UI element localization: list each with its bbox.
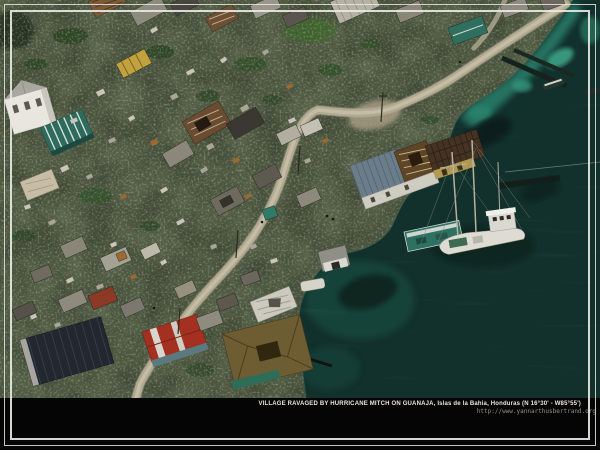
aerial-photo bbox=[0, 0, 600, 450]
photo-credit-url: http://www.yannarthusbertrand.org bbox=[0, 408, 596, 415]
boat-cabin bbox=[486, 207, 519, 232]
photo-caption: VILLAGE RAVAGED BY HURRICANE MITCH ON GU… bbox=[0, 401, 581, 408]
photo-postcard: VILLAGE RAVAGED BY HURRICANE MITCH ON GU… bbox=[0, 0, 600, 450]
caption-bar: VILLAGE RAVAGED BY HURRICANE MITCH ON GU… bbox=[0, 398, 600, 450]
